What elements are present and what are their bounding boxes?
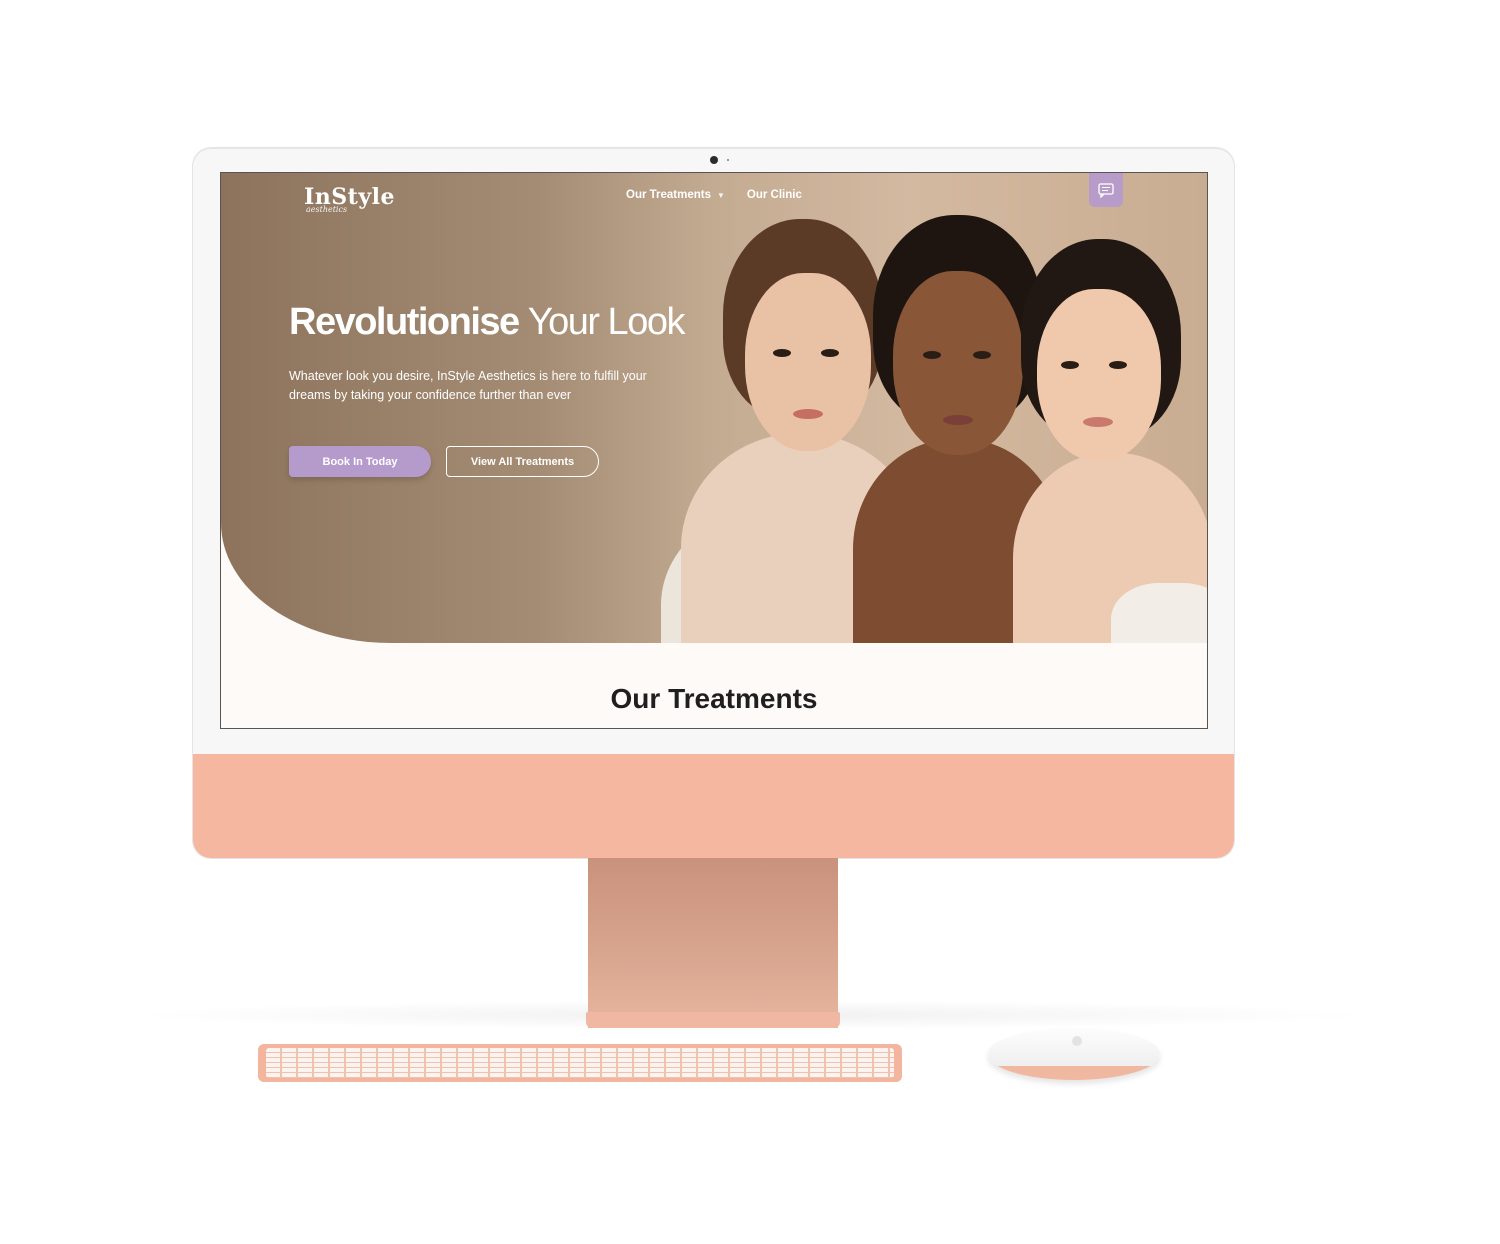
mouse — [988, 1028, 1160, 1080]
site-logo[interactable]: InStyle aesthetics — [304, 185, 395, 214]
hero-image — [641, 203, 1207, 643]
apple-logo-icon — [1072, 1036, 1082, 1046]
website-screen: InStyle aesthetics Our Treatments ▼ Our … — [220, 172, 1208, 729]
camera-icon — [710, 156, 718, 164]
chevron-down-icon: ▼ — [717, 190, 725, 200]
view-all-treatments-button[interactable]: View All Treatments — [446, 446, 599, 477]
nav-item-our-treatments[interactable]: Our Treatments ▼ — [626, 189, 725, 201]
nav-item-our-clinic[interactable]: Our Clinic — [747, 189, 802, 201]
imac-display: InStyle aesthetics Our Treatments ▼ Our … — [193, 148, 1234, 858]
chat-button[interactable] — [1089, 173, 1123, 207]
main-nav: Our Treatments ▼ Our Clinic — [626, 189, 802, 201]
headline-light: Your Look — [527, 301, 686, 343]
chat-icon — [1098, 182, 1114, 198]
camera-sensor — [727, 159, 729, 161]
hero-headline: Revolutionise Your Look — [289, 301, 686, 344]
headline-bold: Revolutionise — [289, 301, 520, 343]
nav-item-label: Our Clinic — [746, 189, 802, 201]
book-in-today-button[interactable]: Book In Today — [289, 446, 431, 477]
imac-chin — [193, 754, 1234, 858]
hero-subtext: Whatever look you desire, InStyle Aesthe… — [289, 369, 647, 402]
nav-item-label: Our Treatments — [626, 189, 711, 201]
imac-stand — [588, 858, 838, 1028]
keyboard — [258, 1044, 902, 1082]
imac-stand-foot — [586, 1012, 840, 1028]
hero-section: InStyle aesthetics Our Treatments ▼ Our … — [221, 173, 1207, 643]
section-title-our-treatments: Our Treatments — [610, 683, 818, 714]
logo-subtext: aesthetics — [306, 205, 348, 214]
keyboard-keys — [266, 1048, 894, 1078]
mouse-base — [988, 1066, 1160, 1080]
